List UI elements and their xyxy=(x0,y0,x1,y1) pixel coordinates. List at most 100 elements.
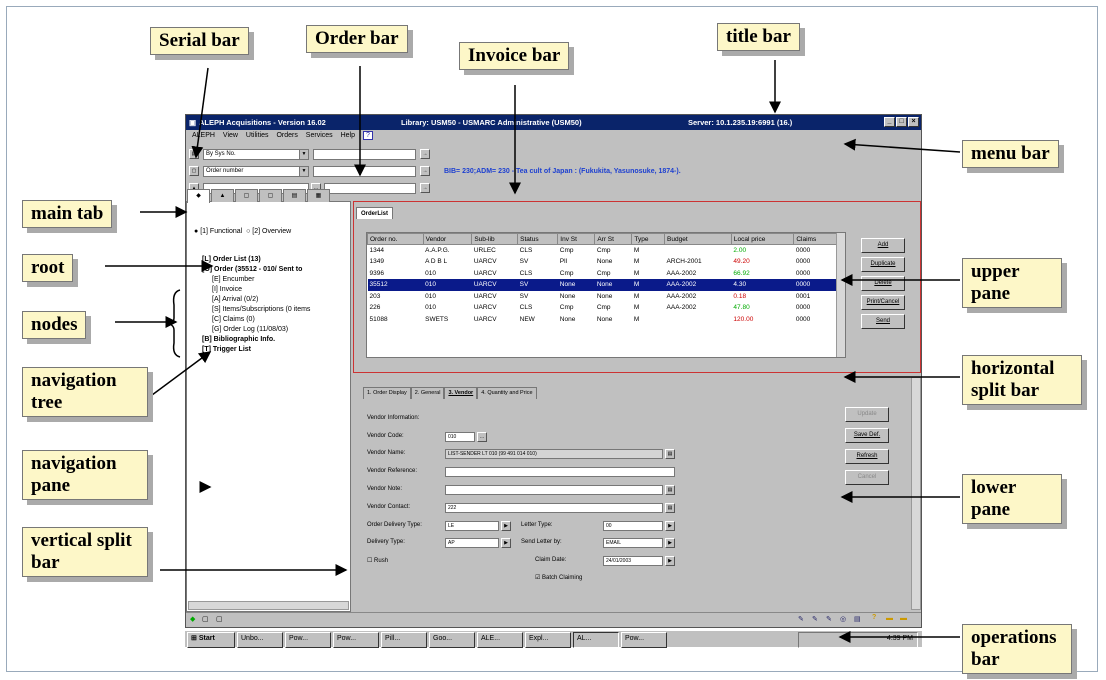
taskbar-item[interactable]: Pow... xyxy=(621,632,667,648)
menu-item-services[interactable]: Services xyxy=(306,132,333,139)
menu-item-utilities[interactable]: Utilities xyxy=(246,132,269,139)
tab-admin[interactable]: ▦ xyxy=(307,189,330,202)
tab-circulation[interactable]: ▤ xyxy=(283,189,306,202)
chevron-right-icon[interactable]: ▶ xyxy=(665,521,675,531)
maximize-icon[interactable]: □ xyxy=(896,117,907,127)
help-icon[interactable]: ? xyxy=(872,614,876,621)
tab-vendor[interactable]: 3. Vendor xyxy=(444,387,478,399)
tree-node-trigger-list[interactable]: [T] Trigger List xyxy=(192,345,310,355)
tree-node-order[interactable]: [O] Order (35512 - 010/ Sent to xyxy=(192,265,310,275)
chevron-right-icon[interactable]: ▶ xyxy=(501,538,511,548)
menu-item-view[interactable]: View xyxy=(223,132,238,139)
table-row[interactable]: 51088 SWETS UARCV NEW None None M 120.00 0000 xyxy=(368,314,837,326)
tab-quantity-price[interactable]: 4. Quantity and Price xyxy=(477,387,537,399)
vendor-code-lookup-button[interactable]: … xyxy=(477,432,487,442)
update-button[interactable]: Update xyxy=(845,407,889,422)
column-header[interactable]: Arr St xyxy=(594,233,633,245)
tab-order-list[interactable]: OrderList xyxy=(356,207,394,219)
taskbar-item[interactable]: Pill... xyxy=(381,632,427,648)
tool-icon[interactable]: ✎ xyxy=(798,615,804,623)
table-row[interactable]: 1349 A D B L UARCV SV Pll None M ARCH-2001 49.20… xyxy=(368,256,837,268)
lower-pane-scrollbar[interactable] xyxy=(911,377,921,610)
navigation-scrollbar[interactable] xyxy=(188,601,349,610)
minimize-icon[interactable]: _ xyxy=(884,117,895,127)
tab-items[interactable]: ▢ xyxy=(259,189,282,202)
taskbar-item[interactable]: ALE... xyxy=(477,632,523,648)
order-search-input[interactable] xyxy=(313,166,416,177)
tool-icon[interactable]: ▤ xyxy=(854,615,861,623)
column-header[interactable]: Inv St xyxy=(557,233,596,245)
save-default-button[interactable]: Save Def. xyxy=(845,428,889,443)
add-button[interactable]: Add xyxy=(861,238,905,253)
chevron-right-icon[interactable]: ▶ xyxy=(665,538,675,548)
taskbar-item[interactable]: Pow... xyxy=(285,632,331,648)
tab-acquisitions[interactable]: ◆ xyxy=(187,189,210,203)
invoice-go-button[interactable]: → xyxy=(420,183,430,193)
serial-search-input[interactable] xyxy=(313,149,416,160)
chevron-right-icon[interactable]: ▶ xyxy=(665,556,675,566)
folder-icon[interactable]: ▬ xyxy=(900,615,907,622)
letter-type-select[interactable]: 00 xyxy=(603,521,663,531)
folder-icon[interactable]: ▬ xyxy=(886,615,893,622)
tab-order-display[interactable]: 1. Order Display xyxy=(363,387,411,399)
table-row[interactable]: 35512 010 UARCV SV None None M AAA-2002 4.30 0000 xyxy=(367,279,837,291)
serial-search-select[interactable]: By Sys No. ▼ xyxy=(203,149,309,160)
table-row[interactable]: 1344 A.A.P.G. URLEC CLS Cmp Cmp M 2.00 0000 xyxy=(368,245,837,257)
radio-functional-icon[interactable]: ● xyxy=(194,228,198,235)
tree-node-order-log[interactable]: [G] Order Log (11/08/03) xyxy=(192,325,310,335)
tab-cataloging[interactable]: ▢ xyxy=(235,189,258,202)
tool-icon[interactable]: ✎ xyxy=(826,615,832,623)
order-search-select[interactable]: Order number ▼ xyxy=(203,166,309,177)
column-header[interactable]: Sub-lib xyxy=(471,233,519,245)
vendor-contact-edit-button[interactable]: ▤ xyxy=(665,503,675,513)
claim-date-field[interactable]: 24/01/2003 xyxy=(603,556,663,566)
vendor-contact-field[interactable]: 222 xyxy=(445,503,663,513)
chevron-right-icon[interactable]: ▶ xyxy=(501,521,511,531)
order-list-scrollbar[interactable] xyxy=(836,233,845,357)
help-icon[interactable]: ? xyxy=(362,131,373,140)
tree-node-items[interactable]: [S] Items/Subscriptions (0 items xyxy=(192,305,310,315)
batch-claiming-checkbox[interactable]: ☑ Batch Claiming xyxy=(535,574,582,581)
tree-node-encumber[interactable]: [E] Encumber xyxy=(192,275,310,285)
tool-icon[interactable]: ◎ xyxy=(840,615,846,623)
radio-overview-icon[interactable]: ○ xyxy=(246,228,250,235)
refresh-button[interactable]: Refresh xyxy=(845,449,889,464)
vendor-name-edit-button[interactable]: ▤ xyxy=(665,449,675,459)
vendor-code-field[interactable]: 010 xyxy=(445,432,475,442)
menu-item-aleph[interactable]: ALEPH xyxy=(192,132,215,139)
column-header[interactable]: Budget xyxy=(664,233,732,245)
taskbar-item[interactable]: Goo... xyxy=(429,632,475,648)
tree-node-claims[interactable]: [C] Claims (0) xyxy=(192,315,310,325)
order-go-button[interactable]: → xyxy=(420,166,430,176)
delete-button[interactable]: Delete xyxy=(861,276,905,291)
column-header[interactable]: Status xyxy=(517,233,559,245)
table-row[interactable]: 9396 010 UARCV CLS Cmp Cmp M AAA-2002 66.92 0000 xyxy=(368,268,837,280)
vendor-note-edit-button[interactable]: ▤ xyxy=(665,485,675,495)
vendor-note-field[interactable] xyxy=(445,485,663,495)
taskbar-item-active[interactable]: AL... xyxy=(573,632,619,648)
tree-node-invoice[interactable]: [I] Invoice xyxy=(192,285,310,295)
column-header[interactable]: Vendor xyxy=(422,233,473,245)
taskbar-item[interactable]: Pow... xyxy=(333,632,379,648)
close-icon[interactable]: × xyxy=(908,117,919,127)
menu-item-help[interactable]: Help xyxy=(341,132,355,139)
table-row[interactable]: 203 010 UARCV SV None None M AAA-2002 0.18 0001 xyxy=(368,291,837,303)
start-button[interactable]: ⊞ Start xyxy=(187,632,235,648)
duplicate-button[interactable]: Duplicate xyxy=(861,257,905,272)
serial-go-button[interactable]: → xyxy=(420,149,430,159)
taskbar-item[interactable]: Expl... xyxy=(525,632,571,648)
send-button[interactable]: Send xyxy=(861,314,905,329)
cancel-button[interactable]: Cancel xyxy=(845,470,889,485)
order-delivery-type-select[interactable]: LE xyxy=(445,521,499,531)
print-cancel-button[interactable]: Print/Cancel xyxy=(861,295,905,310)
rush-checkbox[interactable]: ☐ Rush xyxy=(367,557,388,564)
tab-general[interactable]: 2. General xyxy=(410,387,445,399)
taskbar-item[interactable]: Unbo... xyxy=(237,632,283,648)
column-header[interactable]: Type xyxy=(631,233,666,245)
vendor-reference-field[interactable] xyxy=(445,467,675,477)
table-row[interactable]: 226 010 UARCV CLS Cmp Cmp M AAA-2002 47.80 0000 xyxy=(368,302,837,314)
tree-node-arrival[interactable]: [A] Arrival (0/2) xyxy=(192,295,310,305)
delivery-type-select[interactable]: AP xyxy=(445,538,499,548)
tree-node-bib-info[interactable]: [B] Bibliographic Info. xyxy=(192,335,310,345)
column-header[interactable]: Claims xyxy=(793,233,837,245)
